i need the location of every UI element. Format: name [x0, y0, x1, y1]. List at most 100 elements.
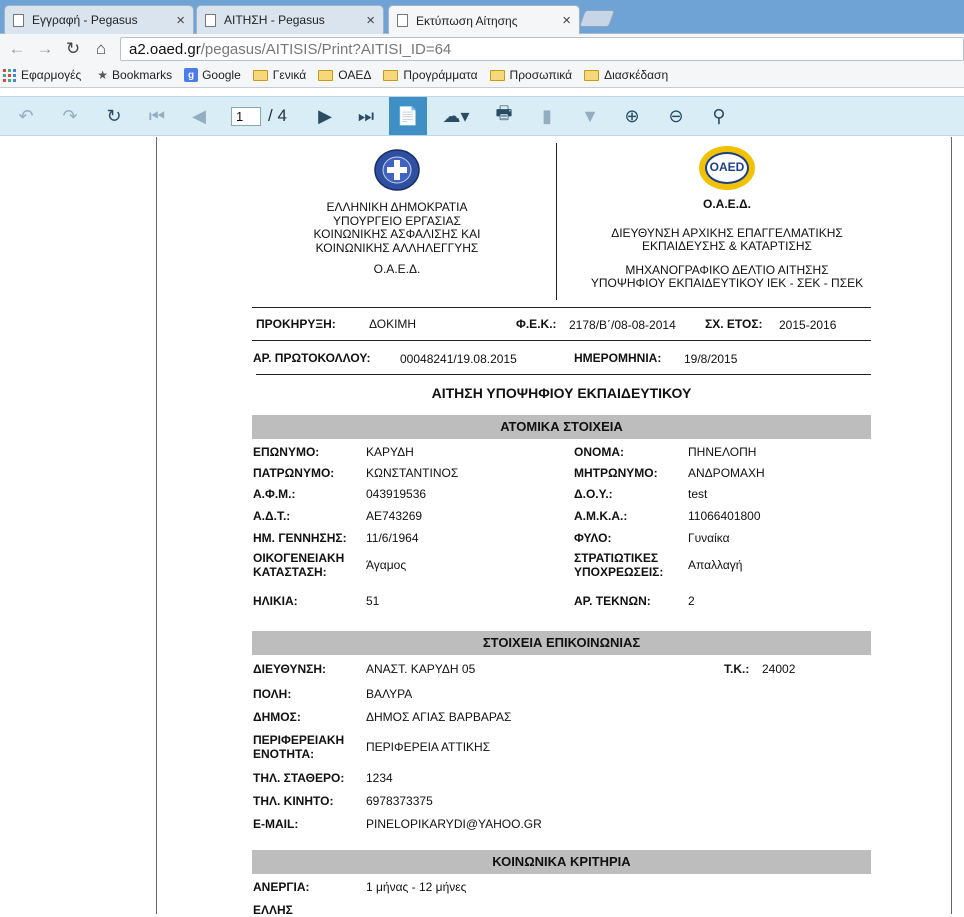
redo-icon[interactable]: ↷	[57, 97, 83, 135]
ministry-org: Ο.Α.Ε.Δ.	[373, 262, 421, 276]
unemployment-label: ΑΝΕΡΓΙΑ:	[253, 880, 310, 894]
url-host: a2.oaed.gr	[129, 40, 201, 58]
region-value: ΠΕΡΙΦΕΡΕΙΑ ΑΤΤΙΚΗΣ	[366, 740, 491, 754]
age-label: ΗΛΙΚΙΑ:	[253, 594, 298, 608]
new-tab-button[interactable]	[578, 10, 616, 27]
birthdate-label: ΗΜ. ΓΕΝΝΗΣΗΣ:	[253, 531, 347, 545]
refresh-icon[interactable]: ↻	[101, 97, 127, 135]
bookmark-label: Εφαρμογές	[21, 68, 82, 82]
tab-title: Εκτύπωση Αίτησης	[416, 13, 518, 28]
doy-value: test	[688, 487, 708, 501]
afm-value: 043919536	[366, 487, 427, 501]
region-label-line2: ΕΝΟΤΗΤΑ:	[253, 747, 315, 761]
first-page-icon[interactable]: ⏮	[144, 97, 170, 135]
bookmark-google[interactable]: g Google	[184, 68, 241, 82]
report-viewer-toolbar: ↶ ↷ ↻ ⏮ ◀ 1 / 4 ▶ ⏭ 📄 ☁▾ 🖶 ▮ ▼ ⊕ ⊖ ⚲	[0, 96, 964, 136]
mother-label: ΜΗΤΡΩΝΥΜΟ:	[574, 466, 658, 480]
google-icon: g	[184, 68, 199, 82]
apps-icon	[3, 68, 16, 82]
search-icon[interactable]: ⚲	[706, 97, 732, 135]
bookmark-label: ΟΑΕΔ	[338, 68, 372, 82]
prokiryxi-value: ΔΟΚΙΜΗ	[369, 317, 417, 331]
document-view-icon[interactable]: 📄	[389, 97, 427, 135]
military-label-line2: ΥΠΟΧΡΕΩΣΕΙΣ:	[574, 565, 664, 579]
dept-line: ΕΚΠΑΙΔΕΥΣΗΣ & ΚΑΤΑΡΤΙΣΗΣ	[642, 239, 812, 253]
section-personal: ΑΤΟΜΙΚΑ ΣΤΟΙΧΕΙΑ	[252, 415, 871, 439]
amka-value: 11066401800	[688, 509, 761, 523]
next-page-icon[interactable]: ▶	[312, 97, 338, 135]
sex-label: ΦΥΛΟ:	[574, 531, 612, 545]
undo-icon[interactable]: ↶	[13, 97, 39, 135]
browser-tab-strip: Εγγραφή - Pegasus × ΑΙΤΗΣΗ - Pegasus × Ε…	[0, 0, 964, 35]
close-icon[interactable]: ×	[562, 12, 571, 29]
page-count: / 4	[268, 106, 287, 125]
address-label: ΔΙΕΥΘΥΝΣΗ:	[253, 662, 327, 676]
bookmark-folder-genika[interactable]: Γενικά	[252, 68, 307, 82]
folder-icon	[584, 69, 600, 81]
close-icon[interactable]: ×	[176, 12, 185, 29]
forward-icon[interactable]: →	[34, 38, 56, 60]
filter-icon[interactable]: ▼	[577, 97, 603, 135]
email-label: E-MAIL:	[253, 817, 299, 831]
book-icon[interactable]: ▮	[534, 97, 560, 135]
fek-label: Φ.Ε.Κ.:	[516, 317, 557, 331]
father-label: ΠΑΤΡΩΝΥΜΟ:	[253, 466, 335, 480]
export-cloud-icon[interactable]: ☁▾	[438, 97, 474, 135]
star-icon: ★	[97, 68, 109, 82]
bookmark-label: Google	[202, 68, 241, 82]
greek-emblem-icon	[374, 149, 420, 191]
previous-page-icon[interactable]: ◀	[186, 97, 212, 135]
city-label: ΠΟΛΗ:	[253, 687, 292, 701]
close-icon[interactable]: ×	[366, 12, 375, 29]
tab-aitisi[interactable]: ΑΙΤΗΣΗ - Pegasus ×	[196, 5, 384, 34]
bookmark-apps[interactable]: Εφαρμογές	[3, 68, 81, 82]
page-number-input[interactable]: 1	[231, 107, 261, 126]
print-icon[interactable]: 🖶	[491, 97, 517, 135]
address-bar: ← → ↻ ⌂ a2.oaed.gr/pegasus/AITISIS/Print…	[0, 34, 964, 63]
oaed-org: Ο.Α.Ε.Δ.	[703, 197, 751, 211]
surname-label: ΕΠΩΝΥΜΟ:	[253, 445, 320, 459]
bookmark-label: Προσωπικά	[509, 68, 573, 82]
bookmark-folder-oaed[interactable]: ΟΑΕΔ	[318, 68, 371, 82]
report-viewer: ΕΛΛΗΝΙΚΗ ΔΗΜΟΚΡΑΤΙΑ ΥΠΟΥΡΓΕΙΟ ΕΡΓΑΣΙΑΣ Κ…	[0, 137, 964, 917]
children-value: 2	[688, 594, 695, 608]
children-label: ΑΡ. ΤΕΚΝΩΝ:	[574, 594, 651, 608]
ministry-header: ΕΛΛΗΝΙΚΗ ΔΗΜΟΚΡΑΤΙΑ ΥΠΟΥΡΓΕΙΟ ΕΡΓΑΣΙΑΣ Κ…	[252, 137, 542, 277]
bookmark-label: Γενικά	[272, 68, 307, 82]
dept-line: ΔΙΕΥΘΥΝΣΗ ΑΡΧΙΚΗΣ ΕΠΑΓΓΕΛΜΑΤΙΚΗΣ	[611, 225, 843, 240]
oaed-logo: OAED	[699, 146, 755, 190]
phone-value: 1234	[366, 771, 393, 785]
ministry-line: ΥΠΟΥΡΓΕΙΟ ΕΡΓΑΣΙΑΣ	[333, 213, 461, 228]
last-page-icon[interactable]: ⏭	[353, 97, 379, 135]
address-value: ΑΝΑΣΤ. ΚΑΡΥΔΗ 05	[366, 662, 476, 676]
postcode-value: 24002	[762, 662, 796, 676]
bookmark-bookmarks[interactable]: ★ Bookmarks	[97, 68, 172, 82]
url-input[interactable]: a2.oaed.gr/pegasus/AITISIS/Print?AITISI_…	[120, 37, 964, 61]
back-icon[interactable]: ←	[6, 38, 28, 60]
bookmark-folder-diaskedasi[interactable]: Διασκέδαση	[584, 68, 668, 82]
tab-eggrafi[interactable]: Εγγραφή - Pegasus ×	[4, 5, 194, 34]
prokiryxi-label: ΠΡΟΚΗΡΥΞΗ:	[256, 317, 336, 331]
document-title: ΑΙΤΗΣΗ ΥΠΟΨΗΦΙΟΥ ΕΚΠΑΙΔΕΥΤΙΚΟΥ	[431, 385, 692, 401]
oaed-logo-text: OAED	[705, 152, 749, 184]
reload-icon[interactable]: ↻	[62, 38, 84, 60]
surname-value: ΚΑΡΥΔΗ	[366, 445, 414, 459]
bookmark-folder-prosopika[interactable]: Προσωπικά	[489, 68, 573, 82]
home-icon[interactable]: ⌂	[90, 38, 112, 60]
sex-value: Γυναίκα	[688, 531, 730, 545]
protocol-label: ΑΡ. ΠΡΩΤΟΚΟΛΛΟΥ:	[253, 351, 371, 365]
marital-label-line1: ΟΙΚΟΓΕΝΕΙΑΚΗ	[253, 551, 345, 565]
amka-label: Α.Μ.Κ.Α.:	[574, 509, 628, 523]
postcode-label: Τ.Κ.:	[724, 662, 750, 676]
tab-ektyposi[interactable]: Εκτύπωση Αίτησης ×	[388, 5, 580, 35]
municipality-value: ΔΗΜΟΣ ΑΓΙΑΣ ΒΑΡΒΑΡΑΣ	[366, 710, 512, 724]
bookmark-folder-programmata[interactable]: Προγράμματα	[383, 68, 478, 82]
form-line: ΥΠΟΨΗΦΙΟΥ ΕΚΠΑΙΔΕΥΤΙΚΟΥ ΙΕΚ - ΣΕΚ - ΠΣΕΚ	[590, 276, 864, 290]
separator	[252, 307, 871, 308]
folder-icon	[383, 69, 399, 81]
region-label-line1: ΠΕΡΙΦΕΡΕΙΑΚΗ	[253, 733, 345, 747]
zoom-out-icon[interactable]: ⊖	[663, 97, 689, 135]
zoom-in-icon[interactable]: ⊕	[619, 97, 645, 135]
email-value: PINELOPIKARYDI@YAHOO.GR	[366, 817, 542, 831]
mobile-label: ΤΗΛ. ΚΙΝΗΤΟ:	[253, 794, 334, 808]
